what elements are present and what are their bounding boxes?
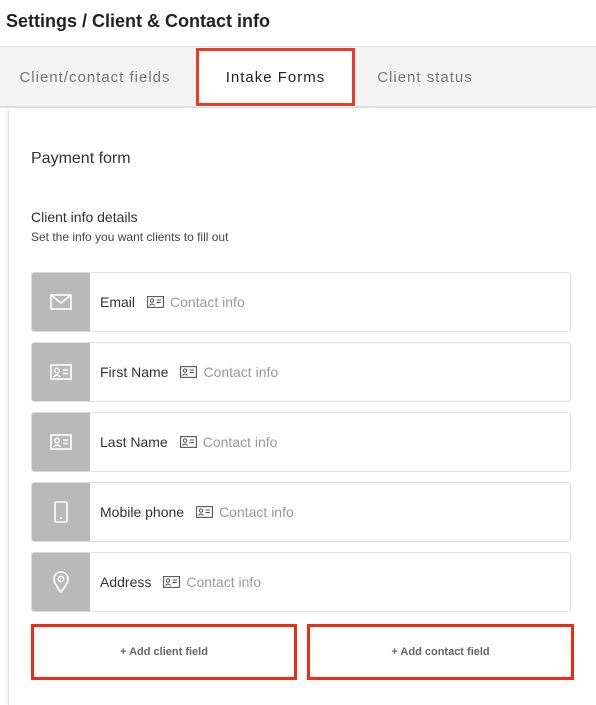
map-pin-icon <box>32 553 90 611</box>
field-tag: Contact info <box>180 364 278 380</box>
id-card-icon <box>32 413 90 471</box>
field-tag: Contact info <box>179 434 278 450</box>
field-tag: Contact info <box>147 294 245 310</box>
field-tag: Contact info <box>163 574 261 590</box>
form-title: Payment form <box>31 150 131 167</box>
tab-client-status[interactable]: Client status <box>355 47 495 107</box>
id-card-icon <box>147 296 164 308</box>
field-row-first-name[interactable]: First Name Contact info <box>31 342 571 402</box>
envelope-icon <box>32 273 90 331</box>
field-row-email[interactable]: Email Contact info <box>31 272 571 332</box>
field-tag-label: Contact info <box>170 294 245 310</box>
field-label: Address <box>100 574 152 590</box>
id-card-icon <box>180 366 198 378</box>
field-label: Mobile phone <box>100 504 185 520</box>
field-tag-label: Contact info <box>186 574 262 590</box>
tab-bar: Client/contact fields Intake Forms Clien… <box>0 46 596 108</box>
section-subtitle: Set the info you want clients to fill ou… <box>31 230 229 244</box>
id-card-icon <box>196 506 214 518</box>
field-label: Email <box>100 294 136 310</box>
mobile-phone-icon <box>32 483 90 541</box>
id-card-icon <box>163 576 181 588</box>
field-row-address[interactable]: Address Contact info <box>31 552 571 612</box>
field-row-last-name[interactable]: Last Name Contact info <box>31 412 571 472</box>
tab-intake-forms[interactable]: Intake Forms <box>196 47 355 107</box>
field-tag-label: Contact info <box>202 434 278 450</box>
section-title: Client info details <box>31 209 138 225</box>
field-tag-label: Contact info <box>203 364 279 380</box>
form-panel <box>8 110 596 705</box>
field-tag-label: Contact info <box>219 504 294 520</box>
id-card-icon <box>179 436 197 448</box>
field-label: First Name <box>100 364 169 380</box>
id-card-icon <box>32 343 90 401</box>
field-row-mobile-phone[interactable]: Mobile phone Contact info <box>31 482 571 542</box>
add-contact-field-button[interactable]: + Add contact field <box>307 624 574 680</box>
field-label: Last Name <box>100 434 168 450</box>
field-tag: Contact info <box>196 504 294 520</box>
tab-client-contact-fields[interactable]: Client/contact fields <box>0 47 190 107</box>
add-client-field-button[interactable]: + Add client field <box>31 624 297 680</box>
page-title: Settings / Client & Contact info <box>6 11 270 31</box>
